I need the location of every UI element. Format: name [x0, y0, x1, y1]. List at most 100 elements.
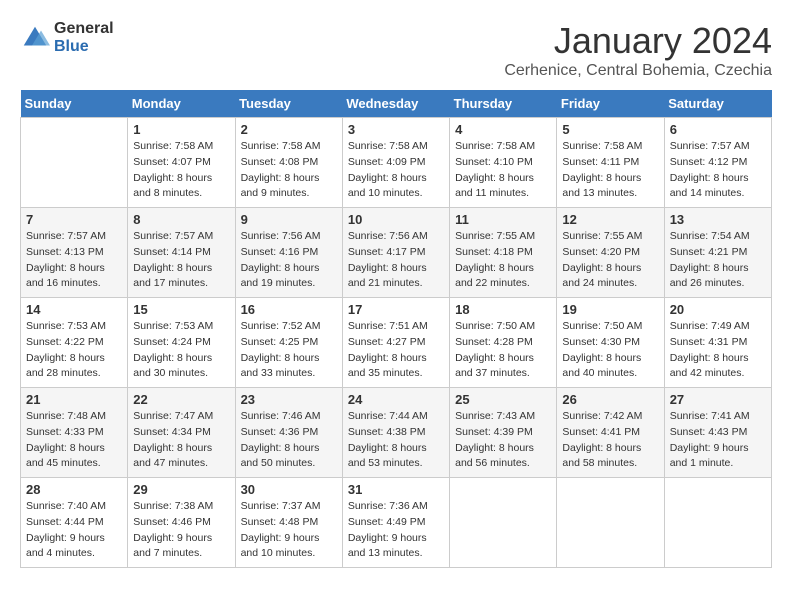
day-cell: 31 Sunrise: 7:36 AMSunset: 4:49 PMDaylig…: [342, 478, 449, 568]
day-cell: 28 Sunrise: 7:40 AMSunset: 4:44 PMDaylig…: [21, 478, 128, 568]
logo: General Blue: [20, 20, 114, 55]
logo-blue: Blue: [54, 38, 114, 56]
day-cell: 26 Sunrise: 7:42 AMSunset: 4:41 PMDaylig…: [557, 388, 664, 478]
day-detail: Sunrise: 7:56 AMSunset: 4:17 PMDaylight:…: [348, 229, 444, 292]
calendar-table: SundayMondayTuesdayWednesdayThursdayFrid…: [20, 90, 772, 568]
day-cell: 12 Sunrise: 7:55 AMSunset: 4:20 PMDaylig…: [557, 208, 664, 298]
day-number: 22: [133, 392, 229, 407]
day-detail: Sunrise: 7:46 AMSunset: 4:36 PMDaylight:…: [241, 409, 337, 472]
day-cell: 15 Sunrise: 7:53 AMSunset: 4:24 PMDaylig…: [128, 298, 235, 388]
title-section: January 2024 Cerhenice, Central Bohemia,…: [504, 20, 772, 80]
day-cell: 19 Sunrise: 7:50 AMSunset: 4:30 PMDaylig…: [557, 298, 664, 388]
day-number: 8: [133, 212, 229, 227]
week-row-3: 21 Sunrise: 7:48 AMSunset: 4:33 PMDaylig…: [21, 388, 772, 478]
day-number: 15: [133, 302, 229, 317]
day-detail: Sunrise: 7:58 AMSunset: 4:09 PMDaylight:…: [348, 139, 444, 202]
header-thursday: Thursday: [450, 90, 557, 118]
day-cell: 23 Sunrise: 7:46 AMSunset: 4:36 PMDaylig…: [235, 388, 342, 478]
header-tuesday: Tuesday: [235, 90, 342, 118]
day-detail: Sunrise: 7:40 AMSunset: 4:44 PMDaylight:…: [26, 499, 122, 562]
day-number: 9: [241, 212, 337, 227]
day-cell: 9 Sunrise: 7:56 AMSunset: 4:16 PMDayligh…: [235, 208, 342, 298]
day-number: 23: [241, 392, 337, 407]
day-cell: 22 Sunrise: 7:47 AMSunset: 4:34 PMDaylig…: [128, 388, 235, 478]
header-wednesday: Wednesday: [342, 90, 449, 118]
day-cell: 14 Sunrise: 7:53 AMSunset: 4:22 PMDaylig…: [21, 298, 128, 388]
day-cell: 8 Sunrise: 7:57 AMSunset: 4:14 PMDayligh…: [128, 208, 235, 298]
day-cell: [557, 478, 664, 568]
day-cell: 3 Sunrise: 7:58 AMSunset: 4:09 PMDayligh…: [342, 118, 449, 208]
day-number: 12: [562, 212, 658, 227]
week-row-2: 14 Sunrise: 7:53 AMSunset: 4:22 PMDaylig…: [21, 298, 772, 388]
day-cell: 21 Sunrise: 7:48 AMSunset: 4:33 PMDaylig…: [21, 388, 128, 478]
day-number: 2: [241, 122, 337, 137]
day-cell: 10 Sunrise: 7:56 AMSunset: 4:17 PMDaylig…: [342, 208, 449, 298]
day-detail: Sunrise: 7:43 AMSunset: 4:39 PMDaylight:…: [455, 409, 551, 472]
day-number: 17: [348, 302, 444, 317]
header-saturday: Saturday: [664, 90, 771, 118]
day-number: 3: [348, 122, 444, 137]
day-detail: Sunrise: 7:55 AMSunset: 4:20 PMDaylight:…: [562, 229, 658, 292]
day-cell: 5 Sunrise: 7:58 AMSunset: 4:11 PMDayligh…: [557, 118, 664, 208]
day-detail: Sunrise: 7:42 AMSunset: 4:41 PMDaylight:…: [562, 409, 658, 472]
day-cell: 20 Sunrise: 7:49 AMSunset: 4:31 PMDaylig…: [664, 298, 771, 388]
day-detail: Sunrise: 7:52 AMSunset: 4:25 PMDaylight:…: [241, 319, 337, 382]
day-detail: Sunrise: 7:55 AMSunset: 4:18 PMDaylight:…: [455, 229, 551, 292]
day-detail: Sunrise: 7:57 AMSunset: 4:14 PMDaylight:…: [133, 229, 229, 292]
header-sunday: Sunday: [21, 90, 128, 118]
header-monday: Monday: [128, 90, 235, 118]
day-detail: Sunrise: 7:58 AMSunset: 4:10 PMDaylight:…: [455, 139, 551, 202]
day-number: 1: [133, 122, 229, 137]
day-number: 14: [26, 302, 122, 317]
day-cell: 4 Sunrise: 7:58 AMSunset: 4:10 PMDayligh…: [450, 118, 557, 208]
day-number: 30: [241, 482, 337, 497]
day-detail: Sunrise: 7:58 AMSunset: 4:08 PMDaylight:…: [241, 139, 337, 202]
day-detail: Sunrise: 7:58 AMSunset: 4:07 PMDaylight:…: [133, 139, 229, 202]
day-number: 6: [670, 122, 766, 137]
day-cell: 25 Sunrise: 7:43 AMSunset: 4:39 PMDaylig…: [450, 388, 557, 478]
header-friday: Friday: [557, 90, 664, 118]
day-cell: [450, 478, 557, 568]
day-cell: 13 Sunrise: 7:54 AMSunset: 4:21 PMDaylig…: [664, 208, 771, 298]
day-number: 4: [455, 122, 551, 137]
day-number: 20: [670, 302, 766, 317]
week-row-4: 28 Sunrise: 7:40 AMSunset: 4:44 PMDaylig…: [21, 478, 772, 568]
day-cell: 1 Sunrise: 7:58 AMSunset: 4:07 PMDayligh…: [128, 118, 235, 208]
day-cell: 6 Sunrise: 7:57 AMSunset: 4:12 PMDayligh…: [664, 118, 771, 208]
day-detail: Sunrise: 7:38 AMSunset: 4:46 PMDaylight:…: [133, 499, 229, 562]
day-number: 25: [455, 392, 551, 407]
day-cell: 18 Sunrise: 7:50 AMSunset: 4:28 PMDaylig…: [450, 298, 557, 388]
day-detail: Sunrise: 7:50 AMSunset: 4:28 PMDaylight:…: [455, 319, 551, 382]
day-cell: 7 Sunrise: 7:57 AMSunset: 4:13 PMDayligh…: [21, 208, 128, 298]
day-cell: 27 Sunrise: 7:41 AMSunset: 4:43 PMDaylig…: [664, 388, 771, 478]
day-detail: Sunrise: 7:53 AMSunset: 4:22 PMDaylight:…: [26, 319, 122, 382]
day-detail: Sunrise: 7:44 AMSunset: 4:38 PMDaylight:…: [348, 409, 444, 472]
logo-text: General Blue: [54, 20, 114, 55]
day-number: 19: [562, 302, 658, 317]
day-detail: Sunrise: 7:57 AMSunset: 4:13 PMDaylight:…: [26, 229, 122, 292]
logo-icon: [20, 23, 50, 53]
week-row-1: 7 Sunrise: 7:57 AMSunset: 4:13 PMDayligh…: [21, 208, 772, 298]
day-number: 10: [348, 212, 444, 227]
day-number: 13: [670, 212, 766, 227]
day-number: 16: [241, 302, 337, 317]
day-detail: Sunrise: 7:41 AMSunset: 4:43 PMDaylight:…: [670, 409, 766, 472]
day-cell: 2 Sunrise: 7:58 AMSunset: 4:08 PMDayligh…: [235, 118, 342, 208]
day-number: 11: [455, 212, 551, 227]
day-cell: 29 Sunrise: 7:38 AMSunset: 4:46 PMDaylig…: [128, 478, 235, 568]
day-number: 21: [26, 392, 122, 407]
day-detail: Sunrise: 7:56 AMSunset: 4:16 PMDaylight:…: [241, 229, 337, 292]
location-title: Cerhenice, Central Bohemia, Czechia: [504, 62, 772, 80]
day-number: 31: [348, 482, 444, 497]
day-cell: [664, 478, 771, 568]
day-detail: Sunrise: 7:57 AMSunset: 4:12 PMDaylight:…: [670, 139, 766, 202]
calendar-header-row: SundayMondayTuesdayWednesdayThursdayFrid…: [21, 90, 772, 118]
day-number: 7: [26, 212, 122, 227]
day-number: 24: [348, 392, 444, 407]
day-cell: 11 Sunrise: 7:55 AMSunset: 4:18 PMDaylig…: [450, 208, 557, 298]
header: General Blue January 2024 Cerhenice, Cen…: [20, 20, 772, 80]
day-number: 18: [455, 302, 551, 317]
day-cell: 16 Sunrise: 7:52 AMSunset: 4:25 PMDaylig…: [235, 298, 342, 388]
day-detail: Sunrise: 7:54 AMSunset: 4:21 PMDaylight:…: [670, 229, 766, 292]
day-detail: Sunrise: 7:58 AMSunset: 4:11 PMDaylight:…: [562, 139, 658, 202]
